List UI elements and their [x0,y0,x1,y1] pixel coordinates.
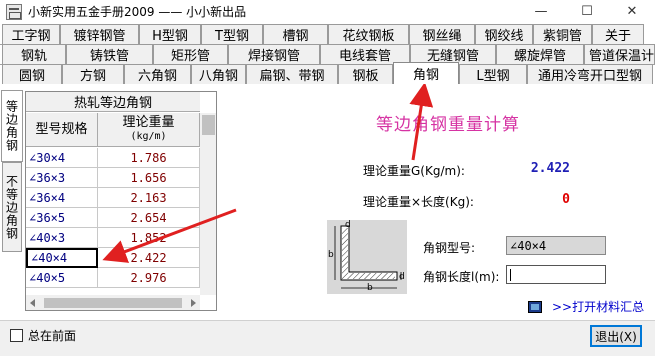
tab-oct-steel[interactable]: 八角钢 [191,64,246,84]
tab-about[interactable]: 关于 [592,24,644,44]
tab-checkered-plate[interactable]: 花纹钢板 [328,24,409,44]
table-row[interactable]: ∠40×3 1.852 [26,228,200,248]
tab-spiral-welded-pipe[interactable]: 螺旋焊管 [496,44,584,64]
length-label: 角钢长度l(m): [423,270,500,284]
spec-label: 角钢型号: [423,241,476,255]
tab-pipe-insulation[interactable]: 管道保温计算 [584,44,655,64]
table-row[interactable]: ∠36×3 1.656 [26,168,200,188]
tab-welded-pipe[interactable]: 焊接钢管 [228,44,320,64]
open-material-summary-link[interactable]: >>打开材料汇总 [528,298,644,315]
table-row[interactable]: ∠36×4 2.163 [26,188,200,208]
tab-seamless-pipe[interactable]: 无缝钢管 [410,44,496,64]
tab-galvanized-pipe[interactable]: 镀锌钢管 [60,24,139,44]
tab-wire-rope[interactable]: 钢丝绳 [409,24,475,44]
close-button[interactable]: ✕ [609,0,655,23]
tab-h-beam[interactable]: H型钢 [139,24,201,44]
vertical-scroll-thumb[interactable] [202,115,215,135]
diagram-label-b: b [328,250,334,260]
app-icon [6,3,22,20]
column-header-spec[interactable]: 型号规格 [26,113,98,147]
always-on-top-label[interactable]: 总在前面 [28,327,76,344]
cell-weight[interactable]: 2.976 [98,268,200,288]
exit-button[interactable]: 退出(X) [590,325,642,347]
tab-rectangular-tube[interactable]: 矩形管 [153,44,228,64]
side-tab-unequal-angle[interactable]: 不等边角钢 [2,162,22,252]
cell-spec[interactable]: ∠36×4 [26,188,98,208]
tab-hex-steel[interactable]: 六角钢 [124,64,191,84]
calc-title: 等边角钢重量计算 [376,115,520,135]
cell-spec[interactable]: ∠36×5 [26,208,98,228]
column-header-spec-label: 型号规格 [35,121,88,137]
scroll-right-icon[interactable] [191,299,196,307]
table-caption: 热轧等边角钢 [26,92,200,112]
tab-strand[interactable]: 钢绞线 [475,24,533,44]
tab-i-beam[interactable]: 工字钢 [2,24,60,44]
text-caret [510,269,511,281]
tab-channel-steel[interactable]: 槽钢 [263,24,328,44]
title-bar: 小新实用五金手册2009 —— 小小新出品 — ☐ ✕ [0,0,655,23]
table-row[interactable]: ∠36×5 2.654 [26,208,200,228]
always-on-top-checkbox[interactable] [10,329,23,342]
column-header-weight-unit: (kg/m) [130,130,167,142]
tab-row-1: 工字钢 镀锌钢管 H型钢 T型钢 槽钢 花纹钢板 钢丝绳 钢绞线 紫铜管 关于 [0,24,655,44]
tab-steel-plate[interactable]: 钢板 [338,64,393,84]
tab-square-steel[interactable]: 方钢 [62,64,124,84]
table-row[interactable]: ∠40×5 2.976 [26,268,200,288]
monitor-icon [528,300,542,313]
tab-conduit[interactable]: 电线套管 [320,44,410,64]
total-weight-value: 0 [562,192,570,207]
spec-field: ∠40×4 [506,236,606,255]
tab-round-steel[interactable]: 圆钢 [2,64,62,84]
window-title: 小新实用五金手册2009 —— 小小新出品 [28,5,247,19]
cell-spec-selected[interactable]: ∠40×4 [26,248,98,268]
tab-cold-formed-steel[interactable]: 通用冷弯开口型钢 [527,64,653,84]
cell-weight[interactable]: 2.163 [98,188,200,208]
tab-l-steel[interactable]: L型钢 [459,64,527,84]
open-material-summary-label[interactable]: >>打开材料汇总 [552,298,644,315]
tab-row-3: 圆钢 方钢 六角钢 八角钢 扁钢、带钢 钢板 角钢 L型钢 通用冷弯开口型钢 [0,62,655,84]
horizontal-scroll-thumb[interactable] [44,298,182,308]
cell-spec[interactable]: ∠40×5 [26,268,98,288]
cell-weight[interactable]: 2.654 [98,208,200,228]
side-tab-equal-angle[interactable]: 等边角钢 [1,90,23,162]
cell-weight[interactable]: 1.852 [98,228,200,248]
tab-t-beam[interactable]: T型钢 [201,24,263,44]
tab-angle-steel[interactable]: 角钢 [393,62,459,84]
footer-bar: 总在前面 退出(X) [0,320,655,356]
cell-weight[interactable]: 1.786 [98,148,200,168]
tab-rail[interactable]: 钢轨 [2,44,66,64]
table-vertical-scrollbar[interactable] [200,113,216,295]
scroll-left-icon[interactable] [30,299,35,307]
table-horizontal-scrollbar[interactable] [26,295,200,310]
tab-copper-pipe[interactable]: 紫铜管 [533,24,592,44]
table-row-selected[interactable]: ∠40×4 2.422 [26,248,200,268]
weight-label: 理论重量G(Kg/m): [363,164,465,178]
cell-spec[interactable]: ∠36×3 [26,168,98,188]
angle-steel-table: 热轧等边角钢 型号规格 理论重量 (kg/m) ∠30×4 1.786 ∠36×… [25,91,217,311]
diagram-label-d: d [399,272,405,282]
cell-spec[interactable]: ∠40×3 [26,228,98,248]
column-header-weight-label: 理论重量 [122,114,175,130]
diagram-label-d: d [345,220,351,230]
tab-row-2: 钢轨 铸铁管 矩形管 焊接钢管 电线套管 无缝钢管 螺旋焊管 管道保温计算 [0,44,655,64]
diagram-label-b: b [367,283,373,293]
total-weight-label: 理论重量×长度(Kg): [363,195,474,209]
length-input[interactable] [506,265,606,284]
tab-cast-iron-pipe[interactable]: 铸铁管 [66,44,153,64]
tab-flat-steel[interactable]: 扁钢、带钢 [246,64,338,84]
table-row[interactable]: ∠30×4 1.786 [26,148,200,168]
minimize-button[interactable]: — [518,0,564,23]
cell-weight[interactable]: 1.656 [98,168,200,188]
cell-weight[interactable]: 2.422 [98,248,200,268]
weight-value: 2.422 [530,161,570,176]
cell-spec[interactable]: ∠30×4 [26,148,98,168]
angle-section-diagram: d b d b [327,220,407,294]
column-header-weight[interactable]: 理论重量 (kg/m) [98,113,200,147]
maximize-button[interactable]: ☐ [564,0,610,23]
